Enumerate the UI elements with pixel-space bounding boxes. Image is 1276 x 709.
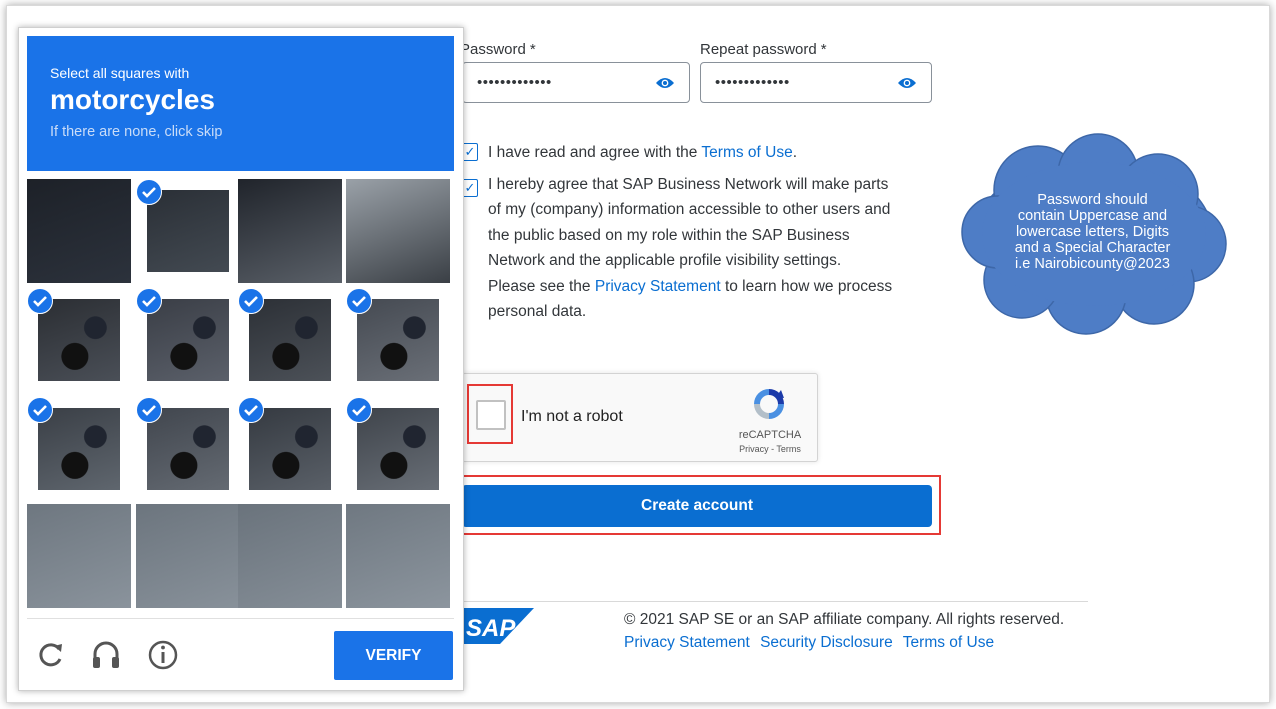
captcha-tile-image <box>346 504 450 608</box>
captcha-hint: If there are none, click skip <box>50 124 223 140</box>
audio-icon[interactable] <box>88 637 124 673</box>
reload-icon[interactable] <box>33 637 69 673</box>
captcha-tile-image <box>38 408 120 490</box>
captcha-tile[interactable] <box>238 504 342 612</box>
captcha-tile[interactable] <box>346 397 454 501</box>
captcha-tile-image <box>357 299 439 381</box>
captcha-tile-image <box>249 299 331 381</box>
verify-button[interactable]: VERIFY <box>334 631 453 680</box>
captcha-tile-image <box>147 190 229 272</box>
privacy-statement-link[interactable]: Privacy Statement <box>595 278 721 295</box>
eye-icon[interactable] <box>655 76 675 90</box>
sap-logo: SAP <box>462 608 534 644</box>
captcha-footer-divider <box>27 618 454 619</box>
footer-security-link[interactable]: Security Disclosure <box>760 634 893 651</box>
captcha-tile-image <box>27 179 131 283</box>
info-icon[interactable] <box>145 637 181 673</box>
tile-selected-check-icon <box>27 288 53 314</box>
captcha-tile[interactable] <box>136 397 240 501</box>
svg-text:SAP: SAP <box>466 615 516 642</box>
captcha-tile[interactable] <box>136 179 240 283</box>
tile-selected-check-icon <box>238 397 264 423</box>
captcha-tile-image <box>147 408 229 490</box>
eye-icon[interactable] <box>897 76 917 90</box>
captcha-tile[interactable] <box>136 288 240 392</box>
captcha-tile[interactable] <box>238 288 342 392</box>
recaptcha-links[interactable]: Privacy - Terms <box>735 444 805 454</box>
terms-text: I have read and agree with the Terms of … <box>488 144 798 161</box>
captcha-header: Select all squares with motorcycles If t… <box>27 36 454 171</box>
captcha-tile[interactable] <box>27 288 131 392</box>
password-value: ••••••••••••• <box>477 74 552 91</box>
recaptcha-label: I'm not a robot <box>521 408 623 425</box>
repeat-password-value: ••••••••••••• <box>715 74 790 91</box>
captcha-tile-image <box>27 504 131 608</box>
captcha-tile[interactable] <box>238 397 342 501</box>
captcha-tile[interactable] <box>346 179 454 283</box>
create-account-button[interactable]: Create account <box>462 485 932 527</box>
tile-selected-check-icon <box>136 397 162 423</box>
tile-selected-check-icon <box>136 179 162 205</box>
tile-selected-check-icon <box>346 397 372 423</box>
tile-selected-check-icon <box>136 288 162 314</box>
captcha-tile[interactable] <box>346 288 454 392</box>
captcha-tile-image <box>147 299 229 381</box>
captcha-tile[interactable] <box>27 179 131 283</box>
captcha-target: motorcycles <box>50 84 215 115</box>
footer-privacy-link[interactable]: Privacy Statement <box>624 634 750 651</box>
tile-selected-check-icon <box>238 288 264 314</box>
consent-text: I hereby agree that SAP Business Network… <box>488 176 893 321</box>
recaptcha-brand: reCAPTCHA <box>738 429 802 441</box>
captcha-tile-image <box>136 504 240 608</box>
captcha-tile[interactable] <box>136 504 240 612</box>
terms-of-use-link[interactable]: Terms of Use <box>701 144 792 161</box>
captcha-tile-image <box>238 504 342 608</box>
footer-divider <box>462 601 1088 602</box>
tile-selected-check-icon <box>346 288 372 314</box>
captcha-tile-image <box>238 179 342 283</box>
consent-checkbox[interactable]: ✓ <box>462 179 478 197</box>
password-hint-text: Password should contain Uppercase and lo… <box>1014 192 1171 272</box>
password-label: Password * <box>460 41 536 58</box>
repeat-password-input[interactable]: ••••••••••••• <box>700 62 932 103</box>
captcha-tile[interactable] <box>238 179 342 283</box>
captcha-image-grid <box>27 179 454 611</box>
copyright-text: © 2021 SAP SE or an SAP affiliate compan… <box>624 611 1065 628</box>
footer-terms-link[interactable]: Terms of Use <box>903 634 994 651</box>
captcha-tile-image <box>357 408 439 490</box>
recaptcha-checkbox[interactable] <box>476 400 506 430</box>
captcha-tile[interactable] <box>27 397 131 501</box>
captcha-tile[interactable] <box>346 504 454 612</box>
captcha-tile[interactable] <box>27 504 131 612</box>
captcha-instruction: Select all squares with <box>50 65 190 81</box>
captcha-tile-image <box>249 408 331 490</box>
captcha-tile-image <box>346 179 450 283</box>
tile-selected-check-icon <box>27 397 53 423</box>
password-input[interactable]: ••••••••••••• <box>462 62 690 103</box>
captcha-tile-image <box>38 299 120 381</box>
footer-links: Privacy Statement Security Disclosure Te… <box>624 634 1000 652</box>
terms-checkbox[interactable]: ✓ <box>462 143 478 161</box>
repeat-password-label: Repeat password * <box>700 41 827 58</box>
recaptcha-logo-icon <box>754 389 784 419</box>
